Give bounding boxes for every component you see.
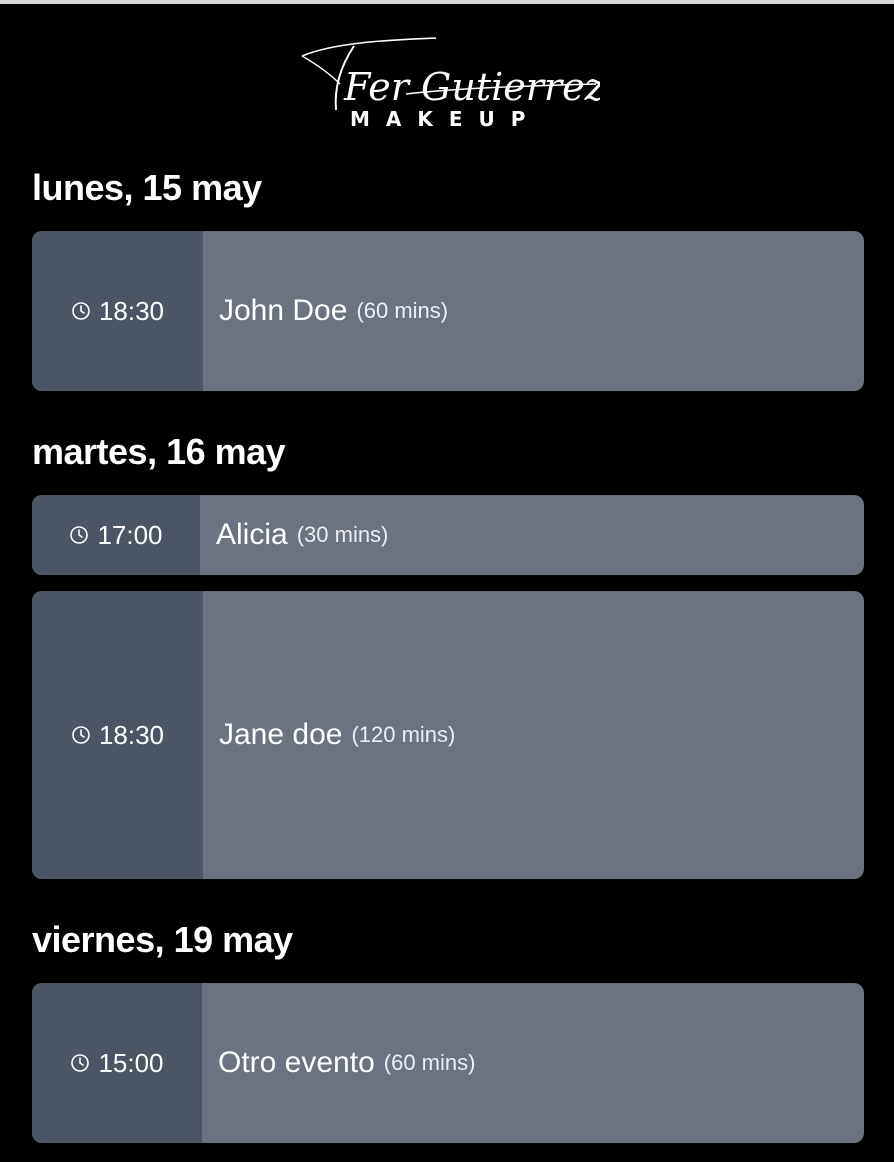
event-card[interactable]: 18:30 Jane doe (120 mins) [32,591,864,879]
event-name: John Doe [219,294,348,327]
brand-logo-graphic: Fer Gutierrez MAKEUP [301,37,600,130]
event-name: Otro evento [218,1046,375,1079]
event-duration: (30 mins) [296,522,389,547]
event-card[interactable]: 15:00 Otro evento (60 mins) [32,983,864,1143]
event-time: 15:00 [32,983,202,1143]
event-duration: (60 mins) [356,298,449,323]
event-time-label: 18:30 [98,295,165,326]
day-heading: martes, 16 may [32,431,286,472]
event-body: Otro evento (60 mins) [202,983,864,1143]
event-duration: (120 mins) [351,722,456,747]
clock-icon [70,526,89,544]
event-time-label: 18:30 [98,719,165,750]
day-heading: lunes, 15 may [32,167,262,208]
event-name: Jane doe [219,718,343,751]
event-body: Alicia (30 mins) [200,495,864,575]
brand-script-name: Fer Gutierrez [343,65,600,109]
event-card[interactable]: 17:00 Alicia (30 mins) [32,495,864,575]
event-time: 18:30 [32,591,203,879]
event-name: Alicia [216,518,288,551]
event-duration: (60 mins) [383,1050,476,1075]
brand-logo: Fer Gutierrez MAKEUP [296,34,600,130]
event-time-label: 17:00 [97,519,163,550]
event-body: John Doe (60 mins) [203,231,864,391]
brand-tagline: MAKEUP [350,107,541,130]
window-top-edge [0,0,894,4]
clock-icon [72,302,90,320]
clock-icon [71,1054,90,1072]
day-heading: viernes, 19 may [32,919,293,960]
event-time-label: 15:00 [98,1047,164,1078]
event-card[interactable]: 18:30 John Doe (60 mins) [32,231,864,391]
event-time: 17:00 [32,495,200,575]
event-time: 18:30 [32,231,203,391]
event-body: Jane doe (120 mins) [203,591,864,879]
clock-icon [72,726,90,744]
